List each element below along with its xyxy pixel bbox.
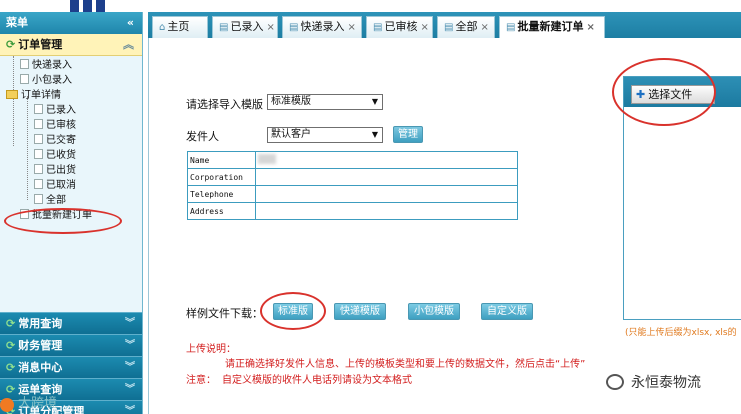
watermark-right: 永恒泰物流: [631, 375, 701, 391]
tree-item-received[interactable]: 已收货: [0, 148, 142, 163]
tree-item-small-pack[interactable]: 小包录入: [0, 73, 142, 88]
redacted-name: [258, 154, 276, 164]
doc-icon: ▤: [506, 22, 516, 33]
chevron-down-icon: ︾: [125, 318, 135, 329]
table-row: Corporation: [187, 168, 518, 186]
tab-home[interactable]: ⌂ 主页: [152, 16, 208, 38]
refresh-icon: ⟳: [6, 317, 16, 330]
sender-select[interactable]: 默认客户 ▼: [267, 127, 383, 143]
sample-smallpack-button[interactable]: 小包模版: [408, 303, 460, 320]
row-value: [255, 185, 518, 203]
refresh-icon: ⟳: [6, 339, 16, 352]
table-row: Telephone: [187, 185, 518, 203]
attention-text: 自定义模版的收件人电话列请设为文本格式: [222, 375, 412, 386]
table-row: Address: [187, 202, 518, 220]
logo: [70, 0, 105, 12]
file-icon: [34, 194, 43, 204]
tree-item-order-detail[interactable]: 订单详情: [0, 88, 142, 103]
chevron-down-icon: ︾: [125, 340, 135, 351]
file-icon: [34, 179, 43, 189]
highlight-ring-standard: [260, 292, 326, 330]
sender-info-table: Name Corporation Telephone Address: [187, 151, 518, 220]
refresh-icon: ⟳: [6, 361, 16, 374]
tree-item-audited[interactable]: 已审核: [0, 118, 142, 133]
tab-all[interactable]: ▤ 全部 ×: [437, 16, 495, 38]
tab-audited[interactable]: ▤ 已审核 ×: [366, 16, 433, 38]
file-icon: [34, 104, 43, 114]
highlight-ring-batch-new: [4, 208, 122, 234]
order-tree: 快递录入 小包录入 订单详情 已录入 已审核 已交寄 已收货 已出货 已取消 全…: [0, 56, 142, 223]
doc-icon: ▤: [444, 22, 454, 33]
file-icon: [20, 74, 29, 84]
row-value: [255, 151, 518, 169]
watermark-logo-icon: [0, 398, 14, 412]
sender-label: 发件人: [186, 130, 219, 143]
watermark-left: 大跨境: [18, 396, 58, 411]
chevron-down-icon: ︾: [125, 406, 135, 414]
doc-icon: ▤: [373, 22, 383, 33]
tree-item-entered[interactable]: 已录入: [0, 103, 142, 118]
collapse-icon[interactable]: «: [127, 12, 134, 34]
table-row: Name: [187, 151, 518, 169]
row-label: Name: [187, 151, 256, 169]
highlight-ring-choose-file: [612, 58, 716, 126]
dropdown-arrow-icon: ▼: [371, 97, 378, 106]
upload-notes-title: 上传说明：: [186, 344, 236, 355]
doc-icon: ▤: [289, 22, 299, 33]
section-common-query[interactable]: ⟳ 常用查询 ︾: [0, 312, 142, 334]
upload-notes-line: 请正确选择好发件人信息、上传的模板类型和要上传的数据文件，然后点击“上传”: [225, 359, 586, 370]
file-icon: [34, 134, 43, 144]
tab-entered[interactable]: ▤ 已录入 ×: [212, 16, 278, 38]
refresh-icon: ⟳: [6, 38, 16, 51]
sidebar-title: 菜单: [6, 16, 28, 29]
sample-custom-button[interactable]: 自定义版: [481, 303, 533, 320]
row-label: Address: [187, 202, 256, 220]
wechat-badge-icon: [606, 374, 624, 390]
section-finance[interactable]: ⟳ 财务管理 ︾: [0, 334, 142, 356]
row-value: [255, 202, 518, 220]
sample-express-button[interactable]: 快递模版: [334, 303, 386, 320]
attention-label: 注意：: [186, 375, 216, 386]
section-messages[interactable]: ⟳ 消息中心 ︾: [0, 356, 142, 378]
folder-icon: [6, 90, 18, 99]
sample-download-label: 样例文件下载：: [186, 307, 263, 320]
tree-item-submitted[interactable]: 已交寄: [0, 133, 142, 148]
row-label: Telephone: [187, 185, 256, 203]
home-icon: ⌂: [159, 22, 166, 33]
tab-batch-new[interactable]: ▤ 批量新建订单 ×: [499, 16, 605, 38]
close-icon[interactable]: ×: [586, 22, 594, 33]
section-label: 订单管理: [18, 38, 63, 51]
chevron-down-icon: ︾: [125, 384, 135, 395]
section-order-management[interactable]: ⟳ 订单管理 ︽: [0, 34, 142, 56]
top-header: [0, 0, 741, 12]
file-icon: [34, 164, 43, 174]
file-icon: [34, 119, 43, 129]
tree-item-all[interactable]: 全部: [0, 193, 142, 208]
row-value: [255, 168, 518, 186]
manage-button[interactable]: 管理: [393, 126, 423, 143]
tab-quick-entry[interactable]: ▤ 快递录入 ×: [282, 16, 362, 38]
file-icon: [20, 59, 29, 69]
close-icon[interactable]: ×: [480, 22, 488, 33]
doc-icon: ▤: [219, 22, 229, 33]
upload-hint: (只能上传后缀为xlsx, xls的: [625, 328, 737, 338]
chevron-up-icon: ︽: [123, 38, 134, 51]
refresh-icon: ⟳: [6, 383, 16, 396]
template-select[interactable]: 标准模版 ▼: [267, 94, 383, 110]
close-icon[interactable]: ×: [420, 22, 428, 33]
tree-item-shipped[interactable]: 已出货: [0, 163, 142, 178]
close-icon[interactable]: ×: [266, 22, 274, 33]
row-label: Corporation: [187, 168, 256, 186]
tree-item-cancelled[interactable]: 已取消: [0, 178, 142, 193]
chevron-down-icon: ︾: [125, 362, 135, 373]
sidebar-header: 菜单 «: [0, 12, 142, 34]
template-label: 请选择导入模版: [186, 98, 263, 111]
tree-item-quick-entry[interactable]: 快递录入: [0, 58, 142, 73]
close-icon[interactable]: ×: [347, 22, 355, 33]
tab-bar: ⌂ 主页 ▤ 已录入 × ▤ 快递录入 × ▤ 已审核 × ▤ 全部 × ▤ 批量新建订单 ×: [148, 12, 741, 38]
file-icon: [34, 149, 43, 159]
dropdown-arrow-icon: ▼: [371, 130, 378, 139]
